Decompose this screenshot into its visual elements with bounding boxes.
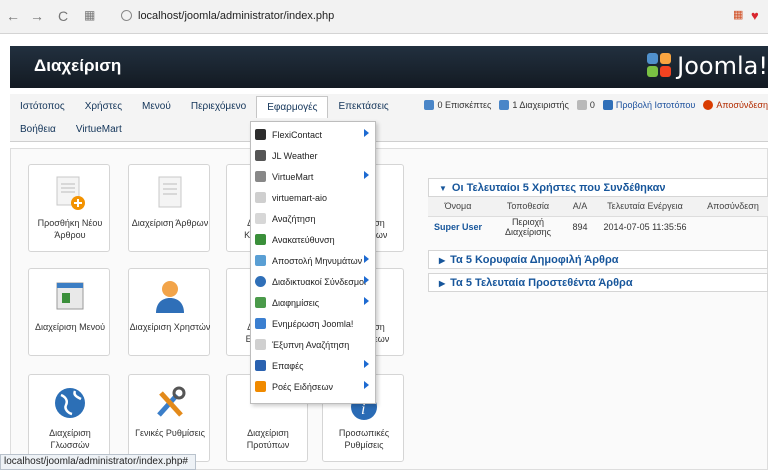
submenu-arrow-icon	[364, 276, 369, 284]
globe-icon	[255, 276, 266, 287]
components-dropdown: FlexiContact JL Weather VirtueMart virtu…	[250, 121, 376, 404]
logout-link[interactable]: Αποσύνδεση	[703, 100, 768, 110]
submenu-arrow-icon	[364, 297, 369, 305]
main-menu: Ιστότοπος Χρήστες Μενού Περιεχόμενο Εφαρ…	[10, 94, 768, 142]
tile-global-config[interactable]: Γενικές Ρυθμίσεις	[128, 374, 210, 462]
menu-item-messaging[interactable]: Αποστολή Μηνυμάτων	[251, 250, 375, 271]
menu-extensions[interactable]: Επεκτάσεις	[328, 96, 398, 118]
user-name-link[interactable]: Super User	[428, 216, 488, 237]
article-manager-icon	[153, 175, 187, 211]
logout-icon	[703, 100, 714, 110]
menu-item-search[interactable]: Αναζήτηση	[251, 208, 375, 229]
menu-users[interactable]: Χρήστες	[75, 96, 132, 118]
view-site-link[interactable]: Προβολή Ιστοτόπου	[602, 100, 695, 110]
panel-popular-header[interactable]: ▶ Τα 5 Κορυφαία Δημοφιλή Άρθρα	[428, 250, 768, 269]
update-icon	[255, 318, 266, 329]
tile-menu-manager[interactable]: Διαχείριση Μενού	[28, 268, 110, 356]
messages-icon	[576, 100, 587, 110]
user-manager-icon	[153, 279, 187, 315]
menu-item-banners[interactable]: Διαφημίσεις	[251, 292, 375, 313]
menu-item-joomla-update[interactable]: Ενημέρωση Joomla!	[251, 313, 375, 334]
joomla-logo[interactable]: Joomla!	[647, 52, 768, 80]
menu-item-smart-search[interactable]: Έξυπνη Αναζήτηση	[251, 334, 375, 355]
menu-menus[interactable]: Μενού	[132, 96, 181, 118]
users-icon	[424, 100, 435, 110]
reload-icon[interactable]: C	[58, 8, 68, 24]
menu-item-jl-weather[interactable]: JL Weather	[251, 145, 375, 166]
submenu-arrow-icon	[364, 381, 369, 389]
tile-new-article[interactable]: Προσθήκη Νέου Άρθρου	[28, 164, 110, 252]
menu-item-newsfeeds[interactable]: Ροές Ειδήσεων	[251, 376, 375, 397]
browser-status-bar: localhost/joomla/administrator/index.php…	[0, 454, 196, 470]
smart-search-icon	[255, 339, 266, 350]
tile-article-manager[interactable]: Διαχείριση Άρθρων	[128, 164, 210, 252]
mail-icon	[255, 129, 266, 140]
menu-components[interactable]: Εφαρμογές	[256, 96, 329, 118]
user-icon	[499, 100, 510, 110]
table-row: Super User Περιοχή Διαχείρισης 894 2014-…	[428, 216, 768, 237]
apps-grid-icon[interactable]: ▦	[84, 8, 95, 22]
menu-item-redirect[interactable]: Ανακατεύθυνση	[251, 229, 375, 250]
panel-recent-users-header[interactable]: ▼ Οι Τελευταίοι 5 Χρήστες που Συνδέθηκαν	[428, 178, 768, 197]
submenu-arrow-icon	[364, 129, 369, 137]
recent-users-table: Όνομα Τοποθεσία Α/Α Τελευταία Ενέργεια Α…	[428, 197, 768, 237]
browser-toolbar: ← → C ▦ localhost/joomla/administrator/i…	[0, 0, 768, 34]
logo-text: Joomla!	[677, 52, 768, 80]
component-icon	[255, 192, 266, 203]
new-article-icon	[53, 175, 87, 211]
menu-item-virtuemart-aio[interactable]: virtuemart-aio	[251, 187, 375, 208]
heart-icon[interactable]: ♥	[751, 8, 759, 23]
panel-latest-header[interactable]: ▶ Τα 5 Τελευταία Προστεθέντα Άρθρα	[428, 273, 768, 292]
tile-language-manager[interactable]: Διαχείριση Γλωσσών	[28, 374, 110, 462]
contacts-icon	[255, 360, 266, 371]
submenu-arrow-icon	[364, 171, 369, 179]
admin-header: Διαχείριση Joomla!	[10, 46, 768, 88]
menu-item-weblinks[interactable]: Διαδικτυακοί Σύνδεσμοι	[251, 271, 375, 292]
status-links: 0 Επισκέπτες 1 Διαχειριστής 0 Προβολή Ισ…	[416, 97, 768, 113]
admins-link[interactable]: 1 Διαχειριστής	[499, 100, 569, 110]
menu-site[interactable]: Ιστότοπος	[10, 96, 75, 118]
global-config-icon	[153, 385, 187, 421]
menu-item-virtuemart[interactable]: VirtueMart	[251, 166, 375, 187]
monitor-icon	[602, 100, 613, 110]
redirect-icon	[255, 234, 266, 245]
expand-arrow-icon: ▶	[439, 279, 446, 288]
address-bar[interactable]: localhost/joomla/administrator/index.php	[118, 5, 678, 27]
menu-content[interactable]: Περιεχόμενο	[181, 96, 256, 118]
tile-user-manager[interactable]: Διαχείριση Χρηστών	[128, 268, 210, 356]
submenu-arrow-icon	[364, 255, 369, 263]
menu-item-contacts[interactable]: Επαφές	[251, 355, 375, 376]
language-manager-icon	[53, 385, 87, 421]
page-title: Διαχείριση	[34, 56, 122, 75]
weather-icon	[255, 150, 266, 161]
banner-icon	[255, 297, 266, 308]
submenu-arrow-icon	[364, 360, 369, 368]
menu-help[interactable]: Βοήθεια	[10, 119, 66, 141]
expand-arrow-icon: ▶	[439, 256, 446, 265]
joomla-logo-icon	[647, 53, 673, 79]
search-icon	[255, 213, 266, 224]
extension-icon[interactable]: ▦	[733, 8, 743, 21]
forward-arrow-icon[interactable]: →	[30, 8, 44, 24]
visitors-link[interactable]: 0 Επισκέπτες	[424, 100, 491, 110]
menu-virtuemart[interactable]: VirtueMart	[66, 119, 132, 141]
rss-icon	[255, 381, 266, 392]
collapse-arrow-icon: ▼	[439, 184, 447, 193]
cloud-icon	[255, 255, 266, 266]
table-header-row: Όνομα Τοποθεσία Α/Α Τελευταία Ενέργεια Α…	[428, 197, 768, 217]
menu-manager-icon	[53, 279, 87, 315]
menu-item-flexicontact[interactable]: FlexiContact	[251, 124, 375, 145]
back-arrow-icon[interactable]: ←	[6, 8, 20, 24]
messages-link[interactable]: 0	[576, 100, 595, 110]
virtuemart-icon	[255, 171, 266, 182]
